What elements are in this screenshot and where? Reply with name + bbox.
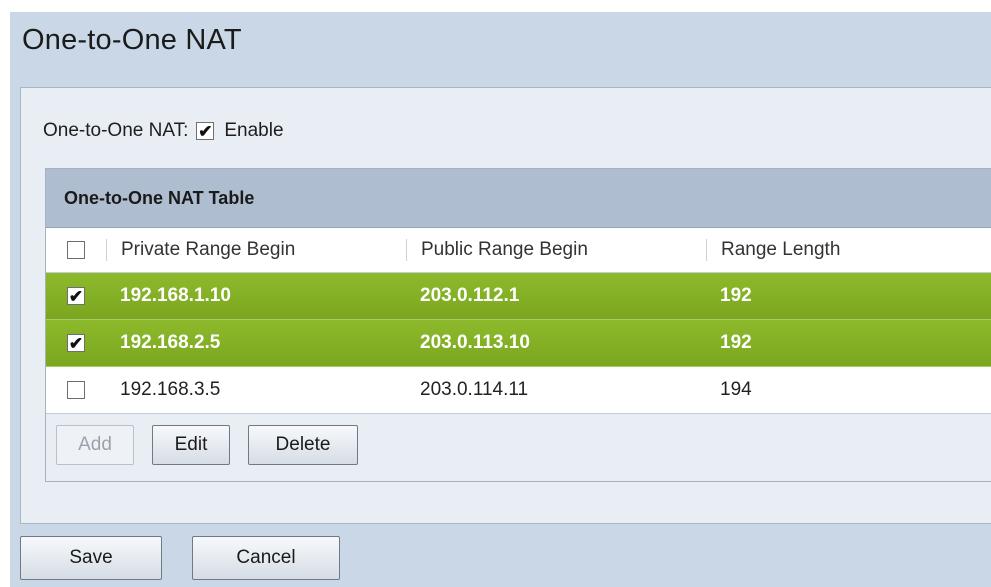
enable-label: One-to-One NAT:: [43, 120, 189, 141]
public-range-begin-cell: 203.0.113.10: [420, 332, 530, 353]
save-button[interactable]: Save: [20, 536, 162, 580]
range-length-cell: 192: [720, 285, 752, 306]
select-all-checkbox[interactable]: [67, 241, 85, 259]
row-checkbox[interactable]: ✔: [67, 287, 85, 305]
table-row[interactable]: ✔ 192.168.2.5 203.0.113.10 192: [46, 320, 991, 367]
private-range-begin-cell: 192.168.1.10: [120, 285, 231, 306]
nat-settings-panel: One-to-One NAT: ✔ Enable One-to-One NAT …: [20, 87, 991, 524]
public-range-begin-cell: 203.0.112.1: [420, 285, 520, 306]
enable-checkbox[interactable]: ✔: [196, 122, 215, 140]
column-header-range-length[interactable]: Range Length: [706, 239, 991, 261]
enable-checkbox-label[interactable]: Enable: [224, 120, 283, 142]
cancel-button[interactable]: Cancel: [192, 536, 340, 580]
nat-table: One-to-One NAT Table Private Range Begin…: [45, 168, 991, 482]
public-range-begin-cell: 203.0.114.11: [420, 379, 529, 400]
delete-button[interactable]: Delete: [248, 425, 358, 465]
row-checkbox[interactable]: [67, 381, 85, 399]
range-length-cell: 194: [720, 379, 752, 400]
table-row[interactable]: ✔ 192.168.1.10 203.0.112.1 192: [46, 273, 991, 320]
table-row[interactable]: 192.168.3.5 203.0.114.11 194: [46, 367, 991, 414]
enable-row: One-to-One NAT: ✔ Enable: [43, 120, 284, 142]
add-button[interactable]: Add: [56, 425, 134, 465]
page-title: One-to-One NAT: [22, 24, 242, 56]
page-background: One-to-One NAT One-to-One NAT: ✔ Enable …: [10, 12, 991, 587]
column-header-private-range-begin[interactable]: Private Range Begin: [106, 239, 406, 261]
edit-button[interactable]: Edit: [152, 425, 230, 465]
range-length-cell: 192: [720, 332, 752, 353]
table-column-header-row: Private Range Begin Public Range Begin R…: [46, 228, 991, 273]
form-buttons: Save Cancel: [20, 536, 340, 580]
private-range-begin-cell: 192.168.3.5: [120, 379, 221, 400]
column-header-public-range-begin[interactable]: Public Range Begin: [406, 239, 706, 261]
table-action-bar: Add Edit Delete: [46, 414, 991, 476]
row-checkbox[interactable]: ✔: [67, 334, 85, 352]
nat-table-title: One-to-One NAT Table: [46, 169, 991, 228]
private-range-begin-cell: 192.168.2.5: [120, 332, 221, 353]
